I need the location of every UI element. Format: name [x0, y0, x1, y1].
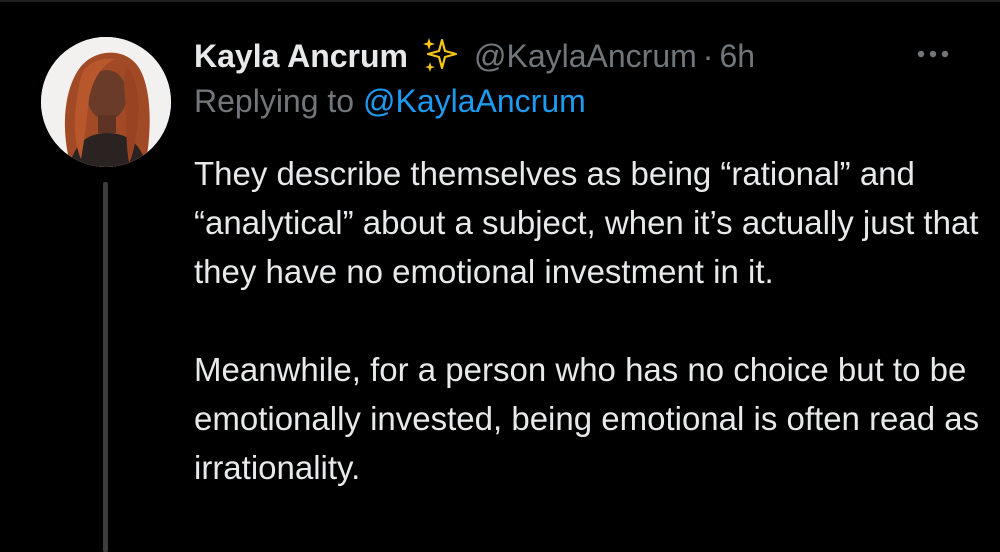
reply-mention-link[interactable]: @KaylaAncrum — [363, 83, 586, 119]
tweet-paragraph: Meanwhile, for a person who has no choic… — [194, 351, 980, 486]
sparkles-icon — [420, 36, 460, 76]
tweet-body: They describe themselves as being “ratio… — [194, 149, 984, 492]
timestamp[interactable]: 6h — [719, 38, 755, 75]
user-handle[interactable]: @KaylaAncrum — [474, 38, 697, 75]
more-options-icon[interactable] — [915, 44, 955, 64]
avatar-image — [41, 37, 171, 167]
tweet-paragraph: They describe themselves as being “ratio… — [194, 155, 979, 290]
replying-to: Replying to @KaylaAncrum — [194, 83, 586, 120]
top-divider — [0, 0, 1000, 2]
display-name[interactable]: Kayla Ancrum — [194, 38, 408, 75]
replying-to-label: Replying to — [194, 83, 355, 119]
separator-dot: · — [702, 37, 714, 74]
tweet-header: Kayla Ancrum @KaylaAncrum · 6h — [194, 32, 755, 80]
avatar[interactable] — [41, 37, 171, 167]
thread-connector-line — [103, 182, 108, 552]
